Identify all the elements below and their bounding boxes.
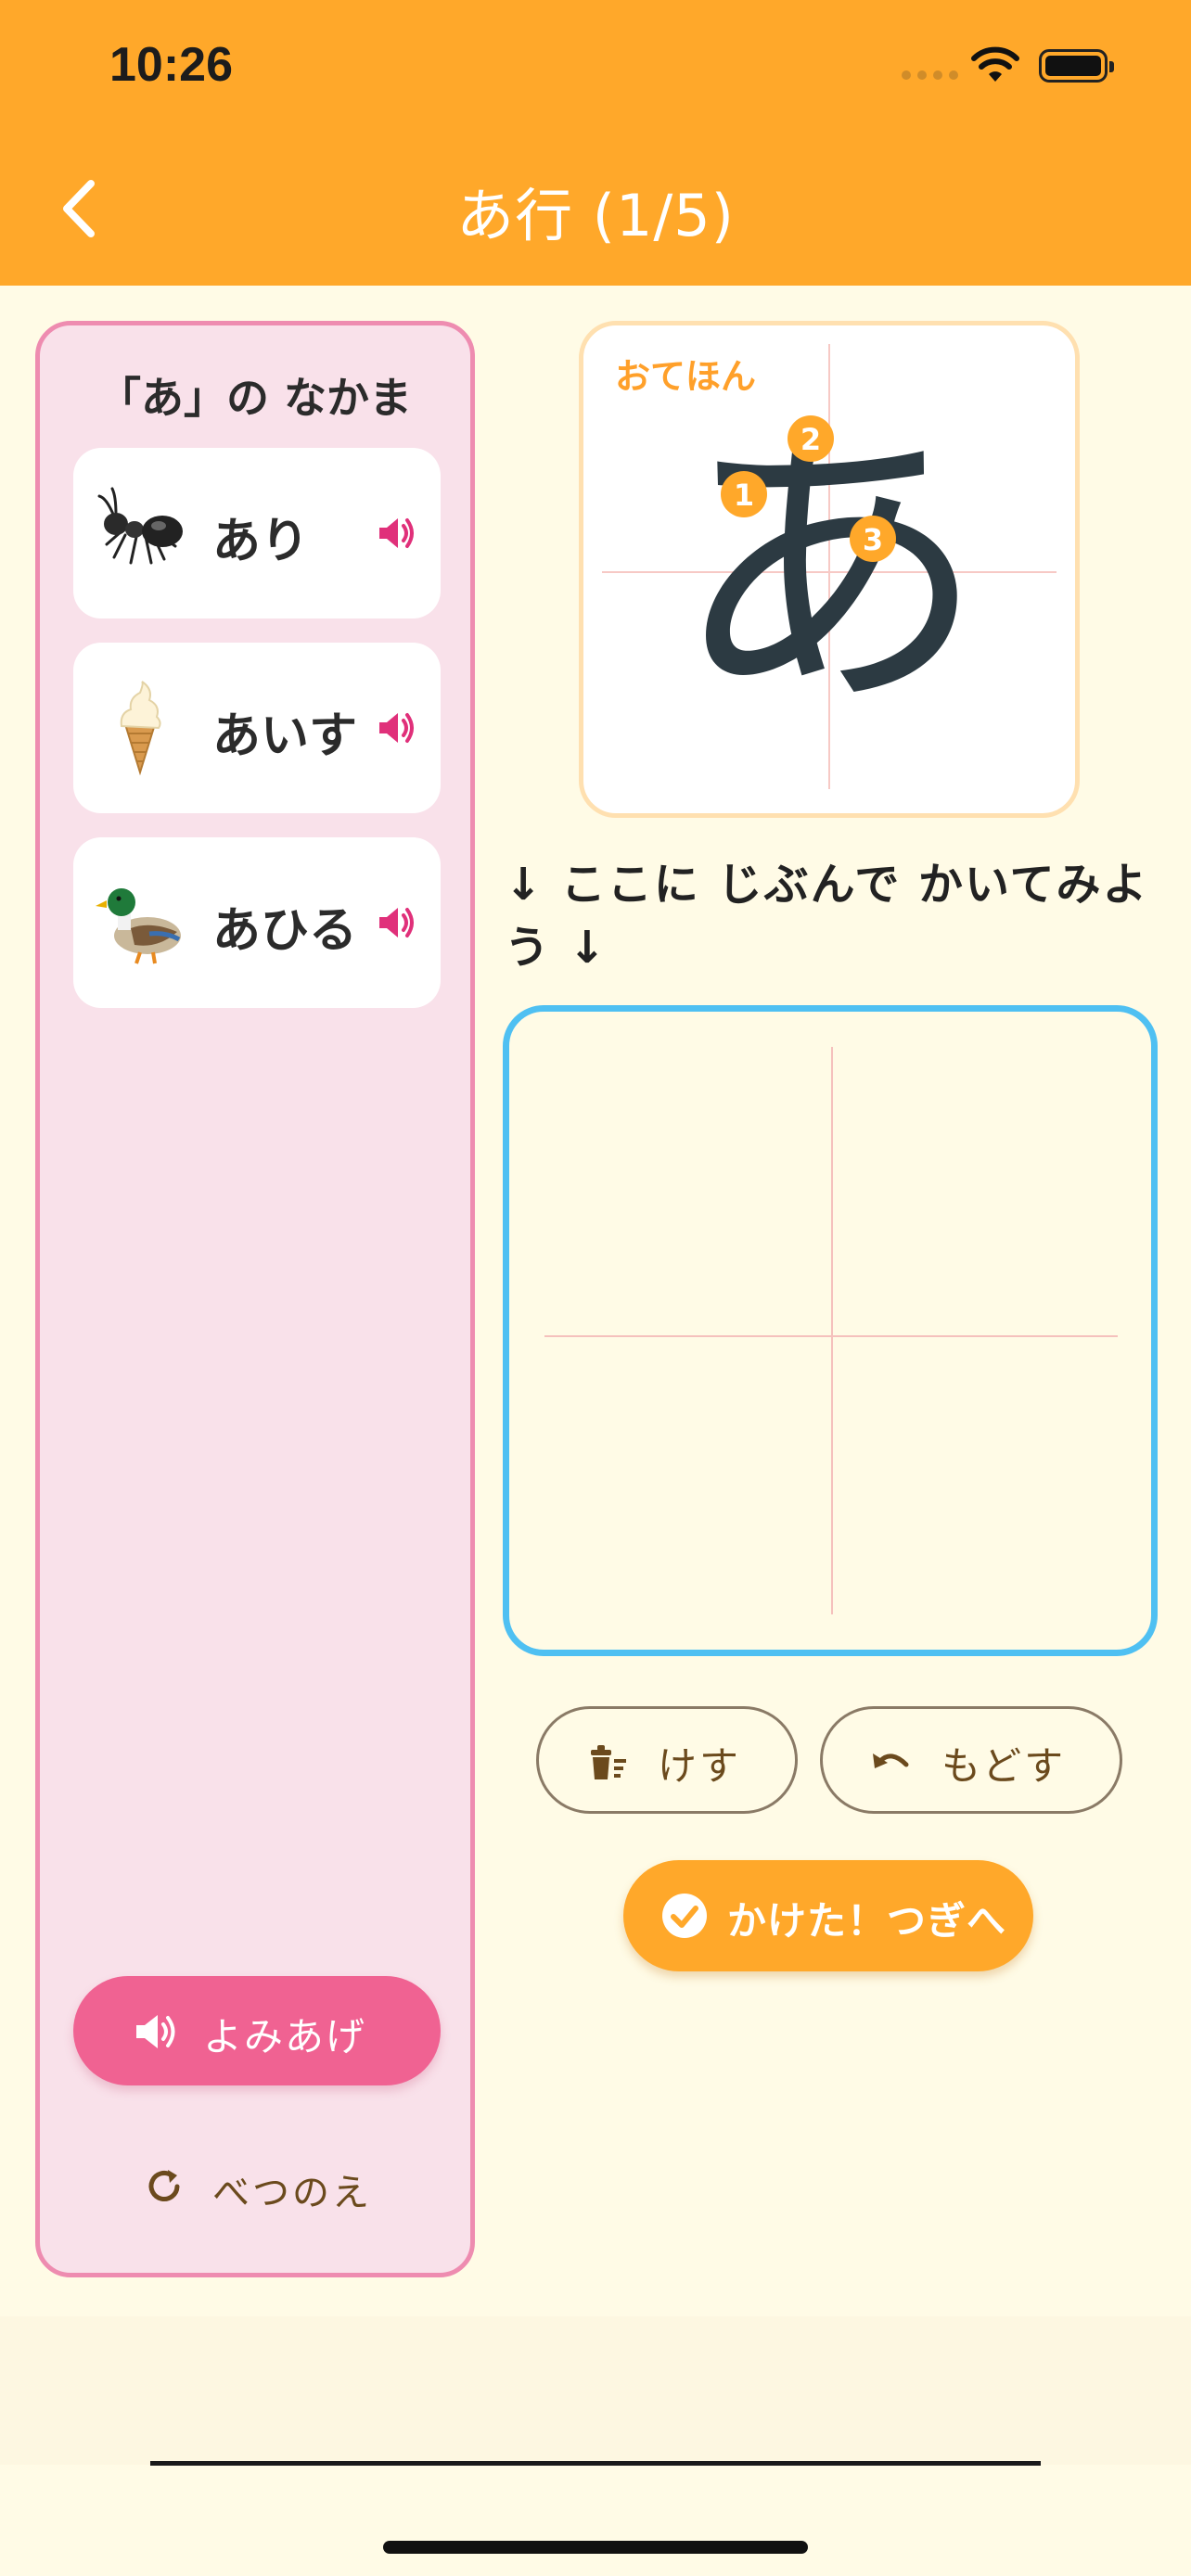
ant-icon xyxy=(97,487,183,565)
model-label: おてほん xyxy=(615,356,757,397)
panel-title: 「あ」の なかま xyxy=(97,373,412,423)
cellular-signal-icon xyxy=(902,70,958,80)
trash-icon xyxy=(591,1745,626,1779)
undo-icon xyxy=(873,1753,909,1768)
speaker-icon[interactable] xyxy=(376,902,416,943)
word-label: あいす xyxy=(212,708,358,764)
instruction-text: ↓ ここに じぶんで かいてみよう ↓ xyxy=(505,859,1149,974)
speaker-icon[interactable] xyxy=(376,708,416,748)
battery-icon xyxy=(1039,49,1114,83)
page-title: あ行 (1/5) xyxy=(456,182,735,249)
check-circle-icon xyxy=(662,1894,707,1938)
read-aloud-button[interactable]: よみあげ xyxy=(73,1976,441,2085)
drawing-pad[interactable] xyxy=(503,1005,1158,1656)
guide-line-vertical xyxy=(831,1047,833,1614)
word-card-aisu[interactable]: あいす xyxy=(73,643,441,813)
wifi-icon xyxy=(971,46,1019,82)
stroke-number: 3 xyxy=(863,522,883,557)
divider xyxy=(150,2461,1041,2466)
word-family-panel: 「あ」の なかま あり あいす あひる よみあげ べつのえ xyxy=(35,321,475,2277)
stroke-number: 1 xyxy=(734,478,754,513)
read-aloud-label: よみあげ xyxy=(203,2014,367,2060)
status-time: 10:26 xyxy=(109,38,233,92)
speaker-icon xyxy=(136,2015,175,2048)
erase-label: けす xyxy=(658,1743,742,1789)
stroke-number: 2 xyxy=(800,422,821,457)
erase-button[interactable]: けす xyxy=(536,1706,798,1814)
word-card-ari[interactable]: あり xyxy=(73,448,441,618)
undo-button[interactable]: もどす xyxy=(820,1706,1122,1814)
duck-icon xyxy=(96,888,181,964)
other-picture-button[interactable]: べつのえ xyxy=(144,2157,403,2222)
done-next-button[interactable]: かけた！つぎへ xyxy=(623,1860,1033,1971)
top-bar: 10:26 あ行 (1/5) xyxy=(0,0,1191,286)
word-card-ahiru[interactable]: あひる xyxy=(73,837,441,1008)
refresh-icon xyxy=(148,2170,180,2201)
home-indicator[interactable] xyxy=(383,2541,808,2554)
word-label: あり xyxy=(212,514,310,569)
undo-label: もどす xyxy=(941,1743,1067,1789)
word-label: あひる xyxy=(212,903,358,959)
model-character-card: あ 1 2 3 おてほん xyxy=(579,321,1080,818)
bottom-area xyxy=(0,2316,1191,2465)
guide-line-horizontal xyxy=(544,1335,1118,1337)
other-picture-label: べつのえ xyxy=(212,2172,372,2214)
next-label: かけた！つぎへ xyxy=(727,1898,1007,1944)
ice-cream-icon xyxy=(120,681,161,776)
speaker-icon[interactable] xyxy=(376,513,416,554)
